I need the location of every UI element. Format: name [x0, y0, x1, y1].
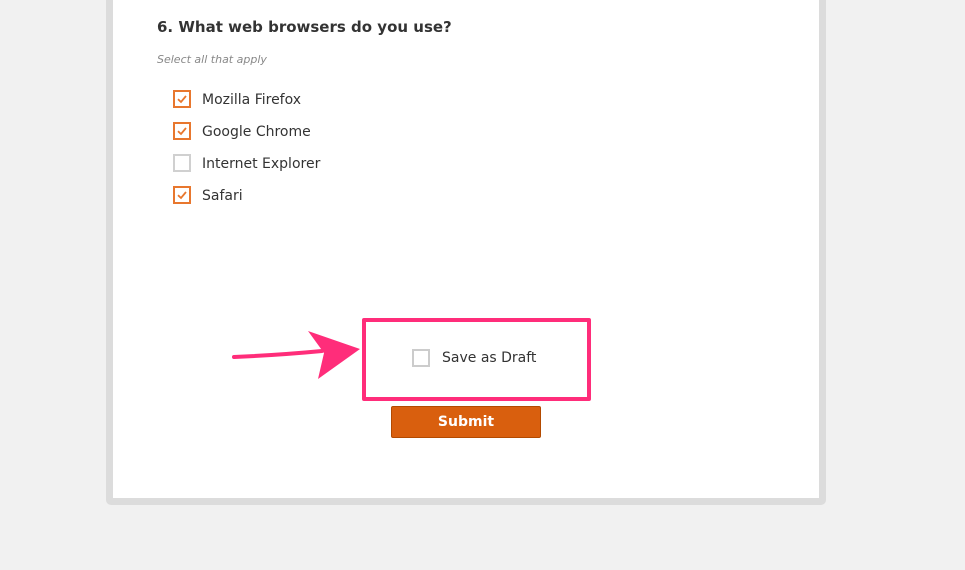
checkbox[interactable] [173, 154, 191, 172]
option-internet-explorer[interactable]: Internet Explorer [173, 154, 320, 186]
checkmark-icon [177, 191, 187, 200]
browser-options-list: Mozilla Firefox Google Chrome Internet E… [173, 90, 320, 218]
save-as-draft-option[interactable]: Save as Draft [412, 349, 536, 367]
checkmark-icon [177, 95, 187, 104]
option-label: Google Chrome [202, 124, 311, 140]
save-as-draft-label: Save as Draft [442, 350, 537, 366]
submit-button[interactable]: Submit [391, 406, 541, 438]
checkbox[interactable] [173, 186, 191, 204]
checkbox[interactable] [173, 90, 191, 108]
question-hint: Select all that apply [157, 53, 267, 66]
pointer-arrow-icon [232, 331, 360, 379]
option-label: Safari [202, 188, 243, 204]
option-label: Internet Explorer [202, 156, 321, 172]
checkbox[interactable] [173, 122, 191, 140]
option-google-chrome[interactable]: Google Chrome [173, 122, 320, 154]
checkmark-icon [177, 127, 187, 136]
option-mozilla-firefox[interactable]: Mozilla Firefox [173, 90, 320, 122]
option-label: Mozilla Firefox [202, 92, 302, 108]
save-as-draft-checkbox[interactable] [412, 349, 430, 367]
question-title: 6. What web browsers do you use? [157, 18, 452, 36]
option-safari[interactable]: Safari [173, 186, 320, 218]
